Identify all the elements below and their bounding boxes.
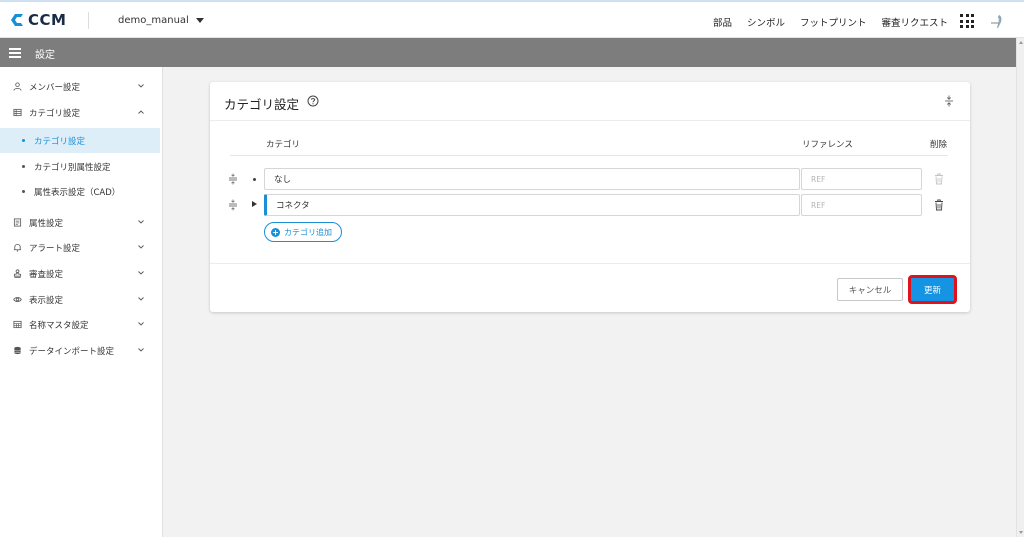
header-divider — [88, 12, 89, 29]
chevron-down-icon — [138, 245, 144, 249]
project-selector[interactable]: demo_manual — [118, 15, 204, 26]
ccm-logo-icon — [11, 14, 23, 26]
sidebar-subitem-category-settings[interactable]: カテゴリ設定 — [0, 128, 160, 153]
sidebar-item-members[interactable]: メンバー設定 — [0, 74, 160, 99]
help-icon[interactable] — [307, 95, 319, 107]
add-category-button[interactable]: + カテゴリ追加 — [264, 222, 342, 242]
brand-name: CCM — [28, 11, 67, 29]
ccm-logo[interactable]: CCM — [9, 11, 66, 29]
sidebar-item-display[interactable]: 表示設定 — [0, 287, 160, 312]
chevron-down-icon — [138, 220, 144, 224]
chevron-down-icon — [138, 348, 144, 352]
project-name: demo_manual — [118, 15, 189, 26]
chevron-up-icon — [138, 110, 144, 114]
sidebar-item-attributes[interactable]: 属性設定 — [0, 210, 160, 235]
sidebar-item-label: メンバー設定 — [29, 83, 81, 93]
scroll-down-icon[interactable] — [1019, 531, 1023, 534]
category-settings-card: カテゴリ設定 カテゴリ リファレンス 削除 なし REF コネクタ REF + … — [210, 82, 970, 312]
sidebar-item-category[interactable]: カテゴリ設定 — [0, 100, 160, 125]
sidebar-item-label: カテゴリ設定 — [29, 109, 81, 119]
leaf-bullet-icon — [253, 178, 256, 181]
trash-icon[interactable] — [934, 199, 944, 211]
add-category-label: カテゴリ追加 — [284, 227, 332, 237]
page-scrollbar[interactable] — [1016, 38, 1024, 537]
bullet-icon — [22, 165, 25, 168]
sidebar-item-label: 名称マスタ設定 — [29, 321, 89, 331]
stamp-icon — [13, 269, 22, 278]
eye-icon — [13, 297, 22, 302]
sidebar-item-label: 表示設定 — [29, 296, 64, 306]
collapse-icon[interactable] — [944, 95, 954, 107]
chevron-down-icon — [138, 271, 144, 275]
sidebar-item-label: 属性設定 — [29, 219, 64, 229]
section-title: 設定 — [35, 50, 55, 61]
sidebar-subitem-label: 属性表示設定（CAD） — [34, 188, 121, 198]
calculator-icon — [13, 320, 22, 329]
column-header-delete: 削除 — [930, 140, 948, 150]
chevron-down-icon — [138, 297, 144, 301]
sidebar-item-data-import[interactable]: データインポート設定 — [0, 338, 160, 363]
reference-input[interactable] — [801, 194, 922, 216]
card-title: カテゴリ設定 — [224, 97, 300, 112]
cancel-button[interactable]: キャンセル — [837, 278, 903, 301]
category-name-input[interactable] — [264, 194, 800, 216]
plus-circle-icon: + — [271, 227, 280, 237]
footer-divider — [210, 263, 970, 264]
nav-review-request[interactable]: 審査リクエスト — [881, 15, 948, 29]
sidebar-item-name-master[interactable]: 名称マスタ設定 — [0, 312, 160, 337]
sidebar-item-alerts[interactable]: アラート設定 — [0, 235, 160, 260]
bullet-icon — [22, 190, 25, 193]
sidebar-item-label: 審査設定 — [29, 270, 64, 280]
scroll-up-icon[interactable] — [1019, 41, 1023, 44]
chevron-down-icon — [138, 84, 144, 88]
sidebar-item-label: アラート設定 — [29, 244, 81, 254]
card-header: カテゴリ設定 — [210, 82, 970, 121]
sidebar-item-review[interactable]: 審査設定 — [0, 261, 160, 286]
user-avatar-icon[interactable] — [988, 12, 1006, 30]
sidebar-subitem-label: カテゴリ別属性設定 — [34, 163, 111, 173]
chevron-down-icon — [138, 322, 144, 326]
sidebar-subitem-label: カテゴリ設定 — [34, 137, 86, 147]
nav-footprint[interactable]: フットプリント — [800, 15, 867, 29]
expand-arrow-icon[interactable] — [252, 201, 257, 207]
bell-icon — [13, 243, 22, 252]
caret-down-icon — [195, 18, 204, 23]
column-header-reference: リファレンス — [802, 140, 853, 150]
column-header-category: カテゴリ — [266, 140, 301, 150]
top-navigation: 部品 シンボル フットプリント 審査リクエスト — [713, 15, 948, 29]
apps-grid-icon[interactable] — [960, 14, 974, 28]
bullet-icon — [22, 139, 25, 142]
drag-handle-icon[interactable] — [228, 199, 238, 211]
section-bar: 設定 — [0, 38, 1016, 67]
drag-handle-icon[interactable] — [228, 173, 238, 185]
header-divider — [230, 155, 948, 156]
document-icon — [13, 218, 22, 227]
sidebar-subitem-category-attributes[interactable]: カテゴリ別属性設定 — [0, 154, 160, 179]
list-icon — [13, 108, 22, 117]
menu-icon[interactable] — [9, 48, 21, 58]
top-bar: CCM demo_manual 部品 シンボル フットプリント 審査リクエスト — [0, 0, 1024, 38]
reference-input[interactable] — [801, 168, 922, 190]
settings-sidebar: メンバー設定 カテゴリ設定 カテゴリ設定 カテゴリ別属性設定 属性表示設定（CA… — [0, 67, 163, 537]
nav-symbol[interactable]: シンボル — [747, 15, 785, 29]
sidebar-item-label: データインポート設定 — [29, 347, 115, 357]
sidebar-subitem-attribute-display-cad[interactable]: 属性表示設定（CAD） — [0, 179, 160, 204]
person-icon — [13, 82, 22, 91]
nav-parts[interactable]: 部品 — [713, 15, 732, 29]
trash-icon[interactable] — [934, 173, 944, 185]
database-icon — [14, 346, 21, 355]
update-button[interactable]: 更新 — [908, 275, 957, 304]
category-name-input[interactable] — [264, 168, 800, 190]
